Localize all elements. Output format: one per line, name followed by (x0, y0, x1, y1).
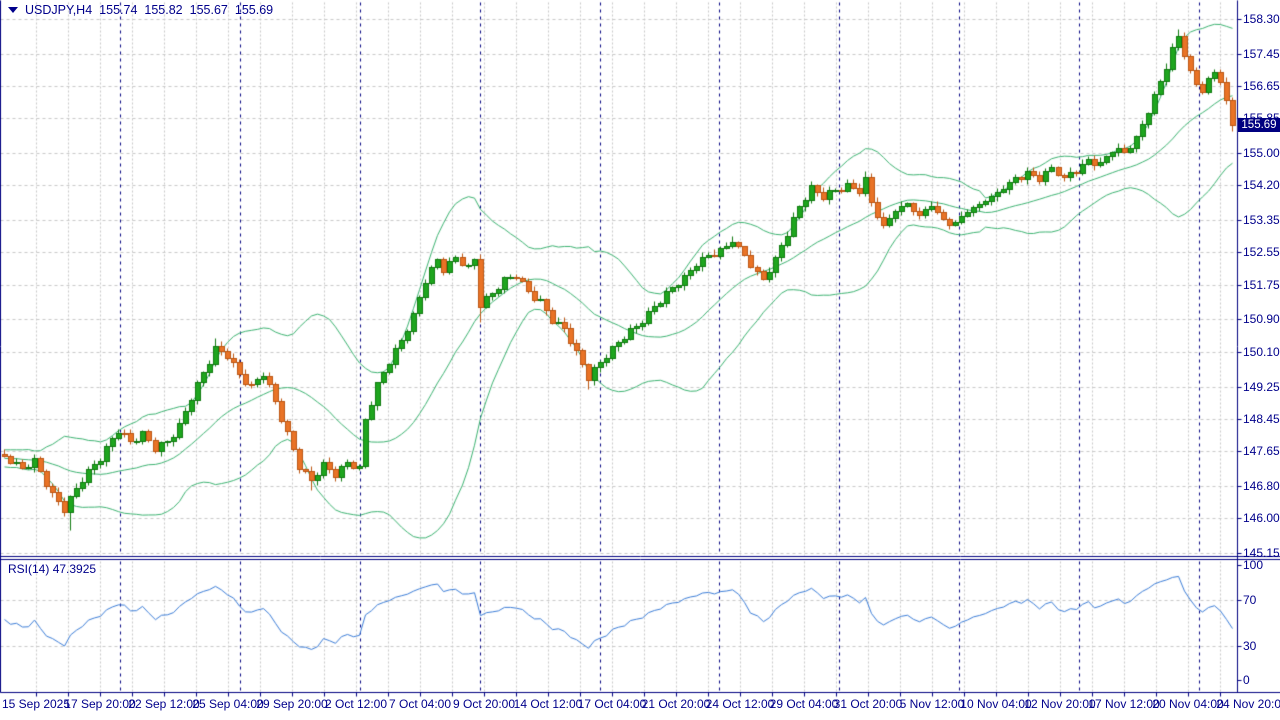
ohlc-info-line: USDJPY,H4 155.74 155.82 155.67 155.69 (8, 3, 273, 17)
time-axis-label: 21 Oct 20:00 (642, 697, 711, 711)
high-value: 155.82 (144, 3, 182, 17)
current-price-value: 155.69 (1241, 119, 1276, 131)
low-value: 155.67 (190, 3, 228, 17)
time-axis-label: 12 Nov 20:00 (1024, 697, 1095, 711)
rsi-indicator-value: 47.3925 (53, 562, 96, 576)
time-axis-label: 22 Sep 12:00 (128, 697, 199, 711)
close-value: 155.69 (235, 3, 273, 17)
price-axis-label: 155.00 (1243, 146, 1280, 160)
price-axis-label: 146.00 (1243, 511, 1280, 525)
time-axis-label: 20 Nov 04:00 (1152, 697, 1223, 711)
price-axis-label: 152.55 (1243, 245, 1280, 259)
price-axis-label: 150.10 (1243, 345, 1280, 359)
time-axis-label: 24 Nov 20:00 (1216, 697, 1280, 711)
time-axis-label: 31 Oct 20:00 (834, 697, 903, 711)
price-axis-label: 150.90 (1243, 312, 1280, 326)
time-axis-label: 10 Nov 04:00 (960, 697, 1031, 711)
price-axis-label: 154.20 (1243, 178, 1280, 192)
time-axis-label: 29 Sep 20:00 (256, 697, 327, 711)
time-axis-label: 17 Oct 04:00 (578, 697, 647, 711)
price-axis-label: 146.80 (1243, 479, 1280, 493)
time-axis-label: 5 Nov 12:00 (900, 697, 965, 711)
current-price-tag: 155.69 (1238, 118, 1280, 132)
time-axis-label: 17 Nov 12:00 (1088, 697, 1159, 711)
price-axis-label: 151.75 (1243, 278, 1280, 292)
time-axis-label: 24 Oct 12:00 (706, 697, 775, 711)
price-axis-label: 147.65 (1243, 444, 1280, 458)
price-axis-label: 148.45 (1243, 412, 1280, 426)
rsi-axis-label: 70 (1243, 593, 1256, 607)
time-axis-label: 15 Sep 2025 (2, 697, 70, 711)
chart-canvas[interactable] (0, 0, 1280, 720)
time-axis-label: 9 Oct 20:00 (453, 697, 515, 711)
time-axis-label: 7 Oct 04:00 (389, 697, 451, 711)
open-value: 155.74 (99, 3, 137, 17)
rsi-indicator-label: RSI(14) 47.3925 (8, 562, 96, 576)
rsi-axis-label: 0 (1243, 673, 1250, 687)
price-axis-label: 149.25 (1243, 380, 1280, 394)
rsi-indicator-name: RSI(14) (8, 562, 49, 576)
rsi-axis-label: 30 (1243, 639, 1256, 653)
price-axis-label: 158.30 (1243, 12, 1280, 26)
rsi-axis-label: 100 (1243, 558, 1263, 572)
time-axis-label: 17 Sep 20:00 (64, 697, 135, 711)
time-axis-label: 29 Oct 04:00 (770, 697, 839, 711)
price-axis-label: 157.45 (1243, 47, 1280, 61)
time-axis-label: 14 Oct 12:00 (514, 697, 583, 711)
time-axis-label: 25 Sep 04:00 (192, 697, 263, 711)
symbol-dropdown-icon[interactable] (8, 7, 18, 13)
price-axis-label: 153.35 (1243, 213, 1280, 227)
trading-chart-window: USDJPY,H4 155.74 155.82 155.67 155.69 RS… (0, 0, 1280, 720)
symbol-period-label: USDJPY,H4 (25, 3, 92, 17)
time-axis-label: 2 Oct 12:00 (325, 697, 387, 711)
price-axis-label: 156.65 (1243, 79, 1280, 93)
